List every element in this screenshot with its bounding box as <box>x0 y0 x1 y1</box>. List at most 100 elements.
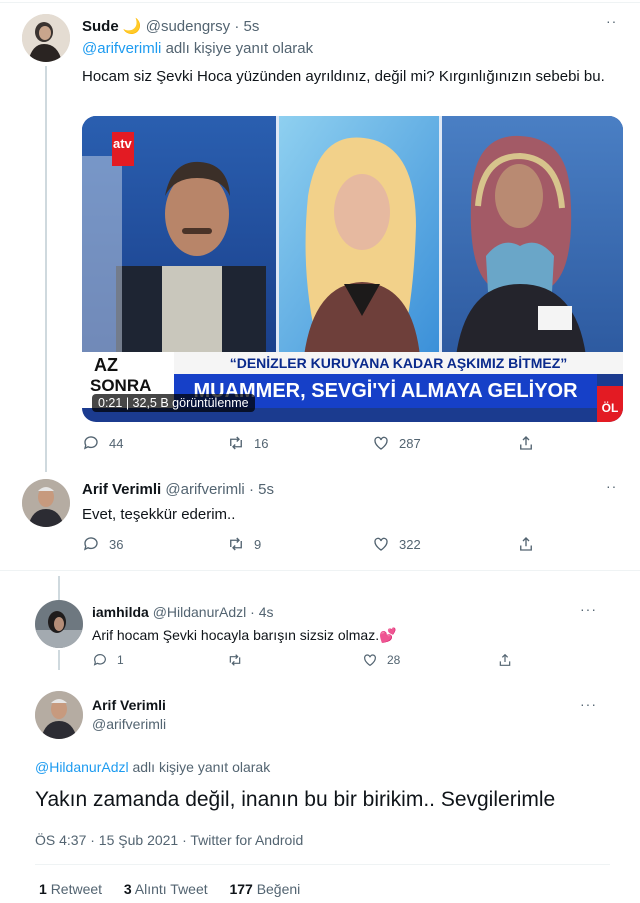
user-handle[interactable]: @arifverimli <box>92 716 166 732</box>
display-name[interactable]: Arif Verimli <box>82 481 161 498</box>
moon-emoji: 🌙 <box>122 18 142 35</box>
likes-label: Beğeni <box>256 881 301 897</box>
divider <box>0 570 640 571</box>
avatar[interactable] <box>22 479 70 527</box>
channel-logo: atv <box>113 136 132 151</box>
share-action[interactable] <box>517 535 640 553</box>
tweet-header: iamhilda @HildanurAdzl · 4s <box>92 604 274 620</box>
retweets-label: Retweet <box>50 881 103 897</box>
tweet-meta: ÖS 4:37 · 15 Şub 2021 · Twitter for Andr… <box>35 832 304 848</box>
tweet-actions: 36 9 322 <box>82 535 640 553</box>
divider <box>35 864 610 865</box>
retweet-count: 16 <box>254 435 269 451</box>
tweet-time[interactable]: · 5s <box>234 18 259 35</box>
more-options-icon[interactable]: ··· <box>580 601 597 617</box>
like-action[interactable]: 322 <box>372 535 517 553</box>
retweets-stat[interactable]: 1 Retweet <box>39 881 102 897</box>
avatar-photo-icon <box>22 14 70 62</box>
tweet-text: Yakın zamanda değil, inanın bu bir birik… <box>35 788 556 811</box>
like-action[interactable]: 28 <box>362 652 497 668</box>
quotes-label: Alıntı Tweet <box>134 881 208 897</box>
like-action[interactable]: 287 <box>372 434 517 452</box>
retweet-action[interactable] <box>227 652 362 668</box>
display-name-text: Arif Verimli <box>92 697 166 713</box>
banner-top: “DENİZLER KURUYANA KADAR AŞKIMIZ BİTMEZ” <box>174 352 623 374</box>
reply-count: 44 <box>109 435 124 451</box>
reply-count: 1 <box>117 653 124 667</box>
az-label: AZ <box>94 355 118 375</box>
retweet-icon <box>229 654 241 666</box>
sonra-label: SONRA <box>90 376 152 395</box>
video-info-pill: 0:21 | 32,5 B görüntülenme <box>92 394 255 412</box>
more-options-icon[interactable]: ·· <box>606 13 617 29</box>
reply-to-link[interactable]: @HildanurAdzl <box>35 759 129 775</box>
reply-suffix: adlı kişiye yanıt olarak <box>161 40 314 57</box>
retweet-icon <box>230 537 242 551</box>
reply-to-link[interactable]: @arifverimli <box>82 40 161 57</box>
reply-action[interactable]: 1 <box>92 652 227 668</box>
reply-icon <box>93 654 106 666</box>
quotes-stat[interactable]: 3 Alıntı Tweet <box>124 881 208 897</box>
heart-icon <box>374 436 388 450</box>
heart-icon <box>374 537 388 551</box>
avatar[interactable] <box>35 600 83 648</box>
tweet-actions: 1 28 <box>92 652 557 668</box>
like-count: 28 <box>387 653 401 667</box>
retweet-count: 9 <box>254 536 262 552</box>
reply-action[interactable]: 36 <box>82 535 227 553</box>
reply-context: @HildanurAdzl adlı kişiye yanıt olarak <box>35 759 270 775</box>
retweet-action[interactable]: 9 <box>227 535 372 553</box>
user-handle[interactable]: @arifverimli <box>165 481 244 498</box>
thread-line <box>45 66 47 472</box>
hearts-emoji: 💕 <box>379 627 397 643</box>
view-count: 32,5 B görüntülenme <box>132 396 249 410</box>
avatar-photo-icon <box>35 600 83 648</box>
engagement-stats: 1 Retweet 3 Alıntı Tweet 177 Beğeni <box>39 881 300 897</box>
share-icon <box>520 436 532 450</box>
heart-icon <box>364 654 376 667</box>
retweet-action[interactable]: 16 <box>227 434 372 452</box>
more-options-icon[interactable]: ·· <box>606 478 617 494</box>
video-media[interactable]: atv AZ SONRA “DENİZLER KURUYANA KADAR AŞ… <box>82 116 623 422</box>
avatar-photo-icon <box>35 691 83 739</box>
avatar[interactable] <box>22 14 70 62</box>
tweet-time[interactable]: · 4s <box>250 604 273 620</box>
thread-line <box>58 576 60 600</box>
reply-suffix: adlı kişiye yanıt olarak <box>128 759 271 775</box>
tweet-text: Arif hocam Şevki hocayla barışın sizsiz … <box>92 627 380 643</box>
share-icon <box>499 653 511 666</box>
reply-action[interactable]: 44 <box>82 434 227 452</box>
tweet-header: Arif Verimli @arifverimli · 5s <box>82 481 274 498</box>
reply-icon <box>83 537 98 551</box>
like-count: 322 <box>399 536 421 552</box>
corner-logo: ÖL <box>597 386 623 422</box>
quotes-count: 3 <box>123 881 132 897</box>
tweet-actions: 44 16 287 <box>82 434 640 452</box>
display-name[interactable]: Arif Verimli <box>92 697 166 713</box>
share-action[interactable] <box>517 434 640 452</box>
avatar[interactable] <box>35 691 83 739</box>
tweet-text: Evet, teşekkür ederim.. <box>82 506 236 523</box>
likes-stat[interactable]: 177 Beğeni <box>229 881 300 897</box>
reply-context: @arifverimli adlı kişiye yanıt olarak <box>82 40 313 57</box>
share-icon <box>520 537 532 551</box>
display-name[interactable]: Sude <box>82 18 119 35</box>
user-handle[interactable]: @sudengrsy <box>146 18 230 35</box>
avatar-photo-icon <box>22 479 70 527</box>
tweet-time[interactable]: · 5s <box>249 481 274 498</box>
share-action[interactable] <box>497 652 557 668</box>
display-name[interactable]: iamhilda <box>92 604 149 620</box>
likes-count: 177 <box>229 881 253 897</box>
tweet-header: Sude 🌙 @sudengrsy · 5s <box>82 17 259 35</box>
like-count: 287 <box>399 435 421 451</box>
tweet-text-line: Arif hocam Şevki hocayla barışın sizsiz … <box>92 627 397 644</box>
reply-count: 36 <box>109 536 124 552</box>
retweets-count: 1 <box>39 881 47 897</box>
more-options-icon[interactable]: ··· <box>580 696 597 712</box>
video-duration: 0:21 <box>98 396 123 410</box>
retweet-icon <box>230 436 242 450</box>
thread-line <box>58 650 60 670</box>
reply-icon <box>83 436 98 450</box>
user-handle[interactable]: @HildanurAdzl <box>153 604 247 620</box>
top-divider <box>0 2 640 3</box>
